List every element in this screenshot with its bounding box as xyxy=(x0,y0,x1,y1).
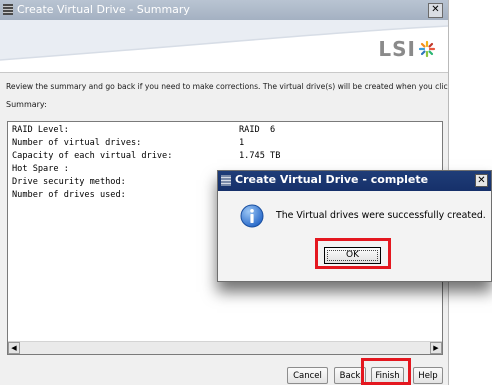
dialog-message: The Virtual drives were successfully cre… xyxy=(276,210,486,221)
summary-row-label: Number of drives used: xyxy=(12,190,126,200)
horizontal-scrollbar[interactable]: ◀ ▶ xyxy=(8,341,442,354)
dialog-close-button[interactable]: ✕ xyxy=(475,174,488,187)
summary-row-label: Drive security method: xyxy=(12,177,126,187)
header-banner: LSI xyxy=(0,20,448,73)
lsi-star-icon xyxy=(418,40,436,58)
scroll-left-button[interactable]: ◀ xyxy=(8,342,20,354)
logo-text: LSI xyxy=(378,37,416,61)
main-window-title: Create Virtual Drive - Summary xyxy=(17,3,190,16)
ok-highlight-box xyxy=(315,238,391,269)
complete-dialog: Create Virtual Drive - complete ✕ The Vi… xyxy=(217,170,492,282)
summary-label: Summary: xyxy=(6,100,47,109)
main-close-button[interactable]: ✕ xyxy=(428,3,443,18)
summary-row-label: Number of virtual drives: xyxy=(12,138,142,148)
main-title-bar[interactable]: Create Virtual Drive - Summary ✕ xyxy=(0,0,448,20)
drive-stack-icon xyxy=(221,175,231,186)
review-instructions: Review the summary and go back if you ne… xyxy=(6,82,449,91)
info-icon xyxy=(240,204,264,228)
summary-row-value: 1 xyxy=(239,138,245,148)
cancel-button[interactable]: Cancel xyxy=(287,367,328,384)
dialog-title-bar[interactable]: Create Virtual Drive - complete ✕ xyxy=(218,171,491,191)
scroll-right-button[interactable]: ▶ xyxy=(430,342,442,354)
summary-row-value: RAID 6 xyxy=(239,125,276,135)
drive-stack-icon xyxy=(3,4,13,15)
summary-row-label: RAID Level: xyxy=(12,125,69,135)
dialog-title: Create Virtual Drive - complete xyxy=(235,173,429,186)
summary-row-label: Capacity of each virtual drive: xyxy=(12,151,173,161)
finish-highlight-box xyxy=(361,358,411,385)
summary-row-value: 1.745 TB xyxy=(239,151,281,161)
help-button[interactable]: Help xyxy=(413,367,443,384)
summary-row-label: Hot Spare : xyxy=(12,164,69,174)
lsi-logo: LSI xyxy=(378,37,436,61)
